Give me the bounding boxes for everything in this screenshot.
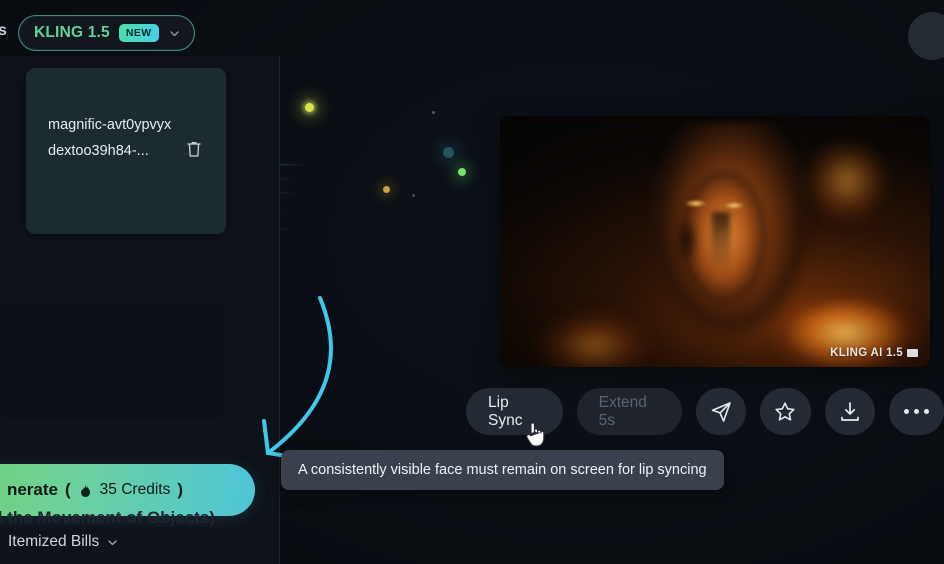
download-button[interactable] <box>824 388 876 435</box>
watermark: KLING AI 1.5 <box>830 347 918 359</box>
edge-label: s <box>0 22 8 39</box>
model-selector[interactable]: KLING 1.5 NEW <box>18 15 195 51</box>
send-icon <box>709 400 733 424</box>
file-name-label: magnific-avt0ypvyxdextoo39h84-... <box>48 117 172 159</box>
extend-5s-label: Extend 5s <box>598 393 647 429</box>
uploaded-file-card[interactable]: magnific-avt0ypvyxdextoo39h84-... <box>26 68 226 234</box>
itemized-bills-toggle[interactable]: Itemized Bills <box>8 533 119 551</box>
hd-badge-icon <box>907 349 918 357</box>
chevron-down-icon[interactable] <box>168 27 181 40</box>
bottom-cutoff-strip <box>370 550 944 564</box>
dimmed-subtitle: Control the Movement of Objects) <box>0 508 215 527</box>
prompt-input-area[interactable] <box>0 298 226 420</box>
favorite-button[interactable] <box>760 388 811 435</box>
ellipsis-icon <box>914 409 920 414</box>
app-root: magnific-avt0ypvyxdextoo39h84-... s KLIN… <box>0 0 944 564</box>
video-preview-card[interactable]: KLING AI 1.5 <box>500 116 930 367</box>
star-icon <box>773 400 797 424</box>
video-thumbnail <box>500 116 930 367</box>
watermark-label: KLING AI 1.5 <box>830 347 903 359</box>
model-name-label: KLING 1.5 <box>34 24 110 41</box>
lip-sync-tooltip: A consistently visible face must remain … <box>281 450 724 490</box>
credits-label: 35 Credits <box>99 481 171 498</box>
credits-paren-open: ( <box>65 480 71 499</box>
generate-label: nerate <box>6 480 58 499</box>
credits-paren-close: ) <box>177 480 183 499</box>
share-button[interactable] <box>695 388 747 435</box>
download-icon <box>838 400 862 424</box>
ellipsis-icon <box>904 409 910 414</box>
tooltip-text: A consistently visible face must remain … <box>298 462 707 478</box>
trash-icon[interactable] <box>186 140 202 158</box>
ellipsis-icon <box>924 409 930 414</box>
pointing-hand-cursor <box>524 420 546 448</box>
more-button[interactable] <box>889 388 944 435</box>
generate-button-label-group: nerate ( 35 Credits ) <box>7 480 183 500</box>
new-badge: NEW <box>118 24 159 42</box>
flame-icon <box>78 482 93 498</box>
chevron-down-icon <box>106 536 119 549</box>
extend-5s-button[interactable]: Extend 5s <box>576 388 682 435</box>
itemized-bills-label: Itemized Bills <box>8 533 100 550</box>
lip-sync-button[interactable]: Lip Sync <box>466 388 563 435</box>
